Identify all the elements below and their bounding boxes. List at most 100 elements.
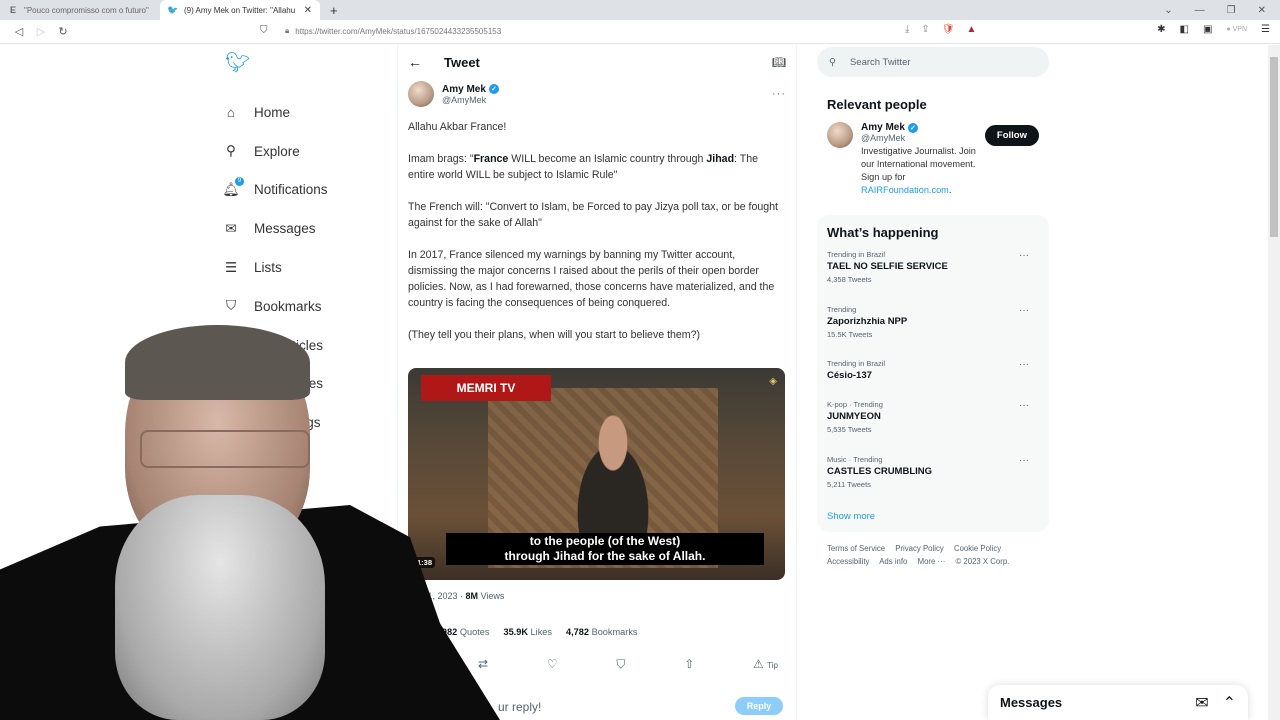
expand-chevron-icon[interactable]: ⌃ — [1223, 693, 1236, 713]
nav-item-messages[interactable]: ✉ Messages — [222, 209, 392, 248]
nav-item-lists[interactable]: ☰ Lists — [222, 248, 392, 287]
more-options-icon[interactable]: ··· — [1019, 250, 1029, 261]
search-input[interactable]: ⚲ Search Twitter — [817, 47, 1049, 77]
back-button[interactable]: ◁ — [8, 25, 30, 38]
author-name[interactable]: Amy Mek — [442, 84, 486, 95]
bold-text: Jihad — [706, 153, 735, 165]
share-icon[interactable]: ⇧ — [684, 657, 694, 672]
wallet-icon[interactable]: ▣ — [1203, 24, 1212, 35]
trend-item[interactable]: Trending in Brazil Césio-137 ··· — [827, 359, 1039, 400]
install-app-icon[interactable]: ⤓ — [905, 24, 909, 35]
footer-link[interactable]: Terms of Service — [827, 544, 885, 553]
close-window-button[interactable]: ✕ — [1258, 5, 1266, 16]
tweet-paragraph: In 2017, France silenced my warnings by … — [408, 249, 775, 309]
stat-label: Quotes — [459, 627, 490, 637]
trend-name: JUNMYEON — [827, 411, 881, 422]
close-tab-icon[interactable]: ✕ — [304, 5, 312, 16]
tweet-compose-button[interactable] — [300, 516, 373, 536]
reader-mode-icon[interactable]: 📖︎ — [772, 56, 786, 69]
more-options-icon[interactable]: ··· — [1019, 359, 1029, 370]
channel-watermark-icon: ◈ — [769, 376, 777, 387]
minimize-button[interactable]: — — [1195, 5, 1205, 16]
new-message-icon[interactable]: ✉ — [1195, 693, 1208, 713]
nav-label: Messages — [254, 221, 316, 237]
text-span: WILL become an Islamic country through — [508, 153, 707, 165]
bio-link[interactable]: RAIRFoundation.com — [861, 185, 949, 195]
nav-item-home[interactable]: ⌂ Home — [222, 93, 392, 132]
trend-item[interactable]: Music · Trending CASTLES CRUMBLING 5,211… — [827, 455, 1039, 510]
relevant-people-panel: Relevant people Amy Mek ✓ @AmyMek Investi… — [817, 87, 1049, 207]
bold-text: France — [473, 153, 509, 165]
tip-button[interactable]: ⚠ Tip — [753, 657, 778, 672]
stat-value: 4,782 — [566, 627, 589, 637]
twitter-logo-icon[interactable]: 🐦︎ — [225, 50, 392, 75]
more-options-icon[interactable]: ··· — [772, 88, 786, 100]
person-name[interactable]: Amy Mek — [861, 122, 905, 133]
video-subtitles: to the people (of the West) through Jiha… — [446, 533, 764, 565]
nav-item-top-articles[interactable]: Top Articles — [222, 326, 392, 365]
tweet-video[interactable]: MEMRI TV ◈ to the people (of the West) t… — [408, 368, 785, 580]
browser-tab-active[interactable]: 🐦 (9) Amy Mek on Twitter: "Allahu ✕ — [160, 0, 320, 20]
nav-item-verified-orgs[interactable]: d Orgs — [222, 403, 392, 442]
nav-item-notifications[interactable]: 🔔︎ 9 Notifications — [222, 171, 392, 210]
person-handle: @AmyMek — [861, 133, 906, 143]
sidebar-toggle-icon[interactable]: ◧ — [1180, 24, 1189, 35]
tab-list-chevron-icon[interactable]: ⌄ — [1164, 5, 1172, 16]
nav-item-communities[interactable]: unities — [222, 365, 392, 404]
messages-dock[interactable]: Messages ✉ ⌃ — [988, 685, 1248, 720]
scrollbar-thumb[interactable] — [1270, 57, 1278, 237]
search-icon: ⚲ — [226, 143, 236, 159]
brave-shields-icon[interactable]: 🛡 — [942, 24, 955, 35]
reply-input[interactable]: ur reply! — [498, 700, 541, 714]
reload-button[interactable]: ↻ — [52, 25, 74, 38]
stat-bookmarks[interactable]: 4,782 Bookmarks — [566, 627, 638, 637]
back-arrow-icon[interactable]: ← — [408, 54, 422, 70]
bookmark-page-icon[interactable]: ⛉ — [260, 25, 268, 36]
more-options-icon[interactable]: ··· — [1019, 455, 1029, 466]
nav-item-explore[interactable]: ⚲ Explore — [222, 132, 392, 171]
show-more-link[interactable]: Show more — [827, 511, 1039, 522]
stat-likes[interactable]: 35.9K Likes — [503, 627, 552, 637]
more-options-icon[interactable]: ··· — [1019, 305, 1029, 316]
stat-retweets[interactable]: ets — [408, 627, 420, 637]
trend-item[interactable]: Trending Zaporizhzhia NPP 15.5K Tweets ·… — [827, 305, 1039, 360]
verified-badge-icon: ✓ — [907, 122, 918, 133]
tweet-date[interactable]: · Jul 1, 2023 · — [408, 591, 463, 601]
tweet-actions: ⇄ ♡ ⛉ ⇧ ⚠ Tip — [478, 657, 778, 672]
share-icon[interactable]: ⇪ — [921, 24, 929, 35]
restore-button[interactable]: ❐ — [1227, 5, 1236, 16]
extensions-icon[interactable]: ✱ — [1157, 24, 1165, 35]
footer-link[interactable]: Ads info — [879, 557, 907, 566]
reply-button[interactable]: Reply — [735, 697, 783, 715]
author-handle[interactable]: @AmyMek — [442, 95, 499, 105]
author-avatar[interactable] — [408, 81, 434, 107]
stat-quotes[interactable]: 1,982 Quotes — [434, 627, 489, 637]
footer-link[interactable]: More ··· — [918, 557, 946, 566]
relevant-person[interactable]: Amy Mek ✓ @AmyMek Investigative Journalis… — [827, 122, 1039, 197]
menu-icon[interactable]: ☰ — [1261, 24, 1270, 35]
footer-link[interactable]: Cookie Policy — [954, 544, 1001, 553]
more-options-icon[interactable]: ··· — [1019, 400, 1029, 411]
retweet-icon[interactable]: ⇄ — [478, 657, 488, 672]
browser-tab-inactive[interactable]: E "Pouco compromisso com o futuro" — [0, 0, 160, 20]
forward-button[interactable]: ▷ — [30, 25, 52, 38]
footer-link[interactable]: Privacy Policy — [895, 544, 944, 553]
nav-item-bookmarks[interactable]: ⛉ Bookmarks — [222, 287, 392, 326]
home-icon: ⌂ — [226, 104, 236, 120]
footer-link[interactable]: Accessibility — [827, 557, 869, 566]
trend-item[interactable]: K-pop · Trending JUNMYEON 5,535 Tweets ·… — [827, 400, 1039, 455]
like-icon[interactable]: ♡ — [547, 657, 558, 672]
address-bar[interactable]: 🔒︎ https://twitter.com/AmyMek/status/167… — [285, 26, 501, 36]
whats-happening-title: What’s happening — [827, 225, 939, 240]
person-avatar[interactable] — [827, 122, 853, 148]
stat-value: 35.9K — [503, 627, 528, 637]
page-scrollbar[interactable] — [1268, 45, 1280, 720]
bookmark-icon[interactable]: ⛉ — [616, 657, 625, 672]
follow-button[interactable]: Follow — [984, 125, 1039, 146]
vpn-button[interactable]: ● VPN — [1226, 26, 1247, 33]
new-tab-button[interactable]: + — [320, 3, 348, 18]
trend-item[interactable]: Trending in Brazil TAEL NO SELFIE SERVIC… — [827, 250, 1039, 305]
brave-rewards-icon[interactable]: ▲ — [967, 24, 977, 35]
nav-label: Explore — [254, 143, 300, 159]
right-sidebar: ⚲ Search Twitter Relevant people Amy Mek… — [817, 45, 1049, 578]
